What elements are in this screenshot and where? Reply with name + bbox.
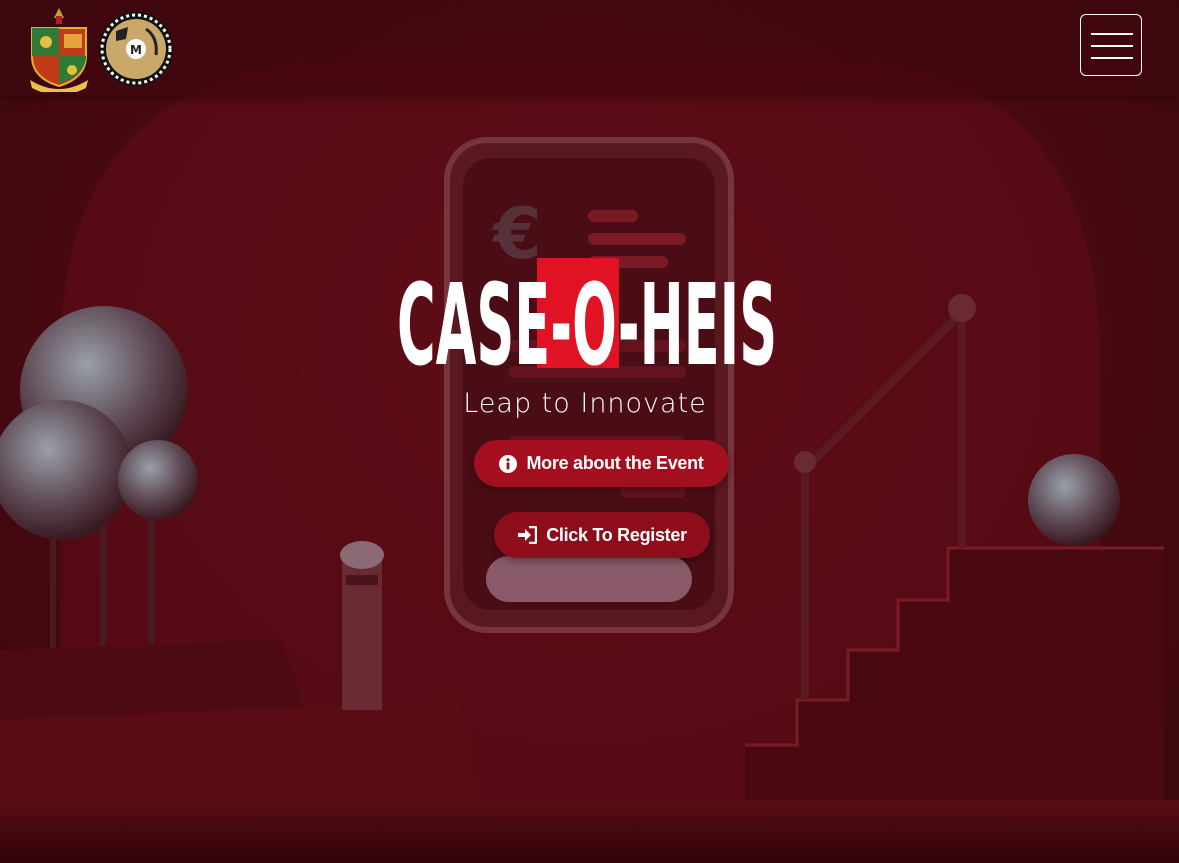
info-circle-icon: [499, 454, 518, 473]
register-button[interactable]: Click To Register: [494, 512, 710, 558]
event-title: CASE-O-HEIST: [397, 260, 777, 368]
register-label: Click To Register: [546, 524, 687, 545]
event-tagline: Leap to Innovate: [463, 388, 707, 419]
menu-bar: [1091, 45, 1133, 47]
hamburger-menu-icon[interactable]: [1080, 14, 1142, 76]
club-emblem-icon[interactable]: M: [98, 11, 174, 91]
more-about-event-label: More about the Event: [526, 453, 704, 473]
menu-bar: [1091, 33, 1133, 35]
sign-in-icon: [517, 526, 538, 544]
hero-section: €: [0, 0, 1179, 863]
event-logo: CASE-O-HEIST: [397, 258, 813, 391]
menu-bar: [1091, 57, 1133, 59]
background-scene: €: [0, 60, 1179, 863]
top-navbar: M: [0, 0, 1179, 95]
college-crest-icon[interactable]: [28, 6, 90, 96]
more-about-event-button[interactable]: More about the Event: [474, 440, 729, 487]
svg-text:M: M: [130, 43, 142, 57]
